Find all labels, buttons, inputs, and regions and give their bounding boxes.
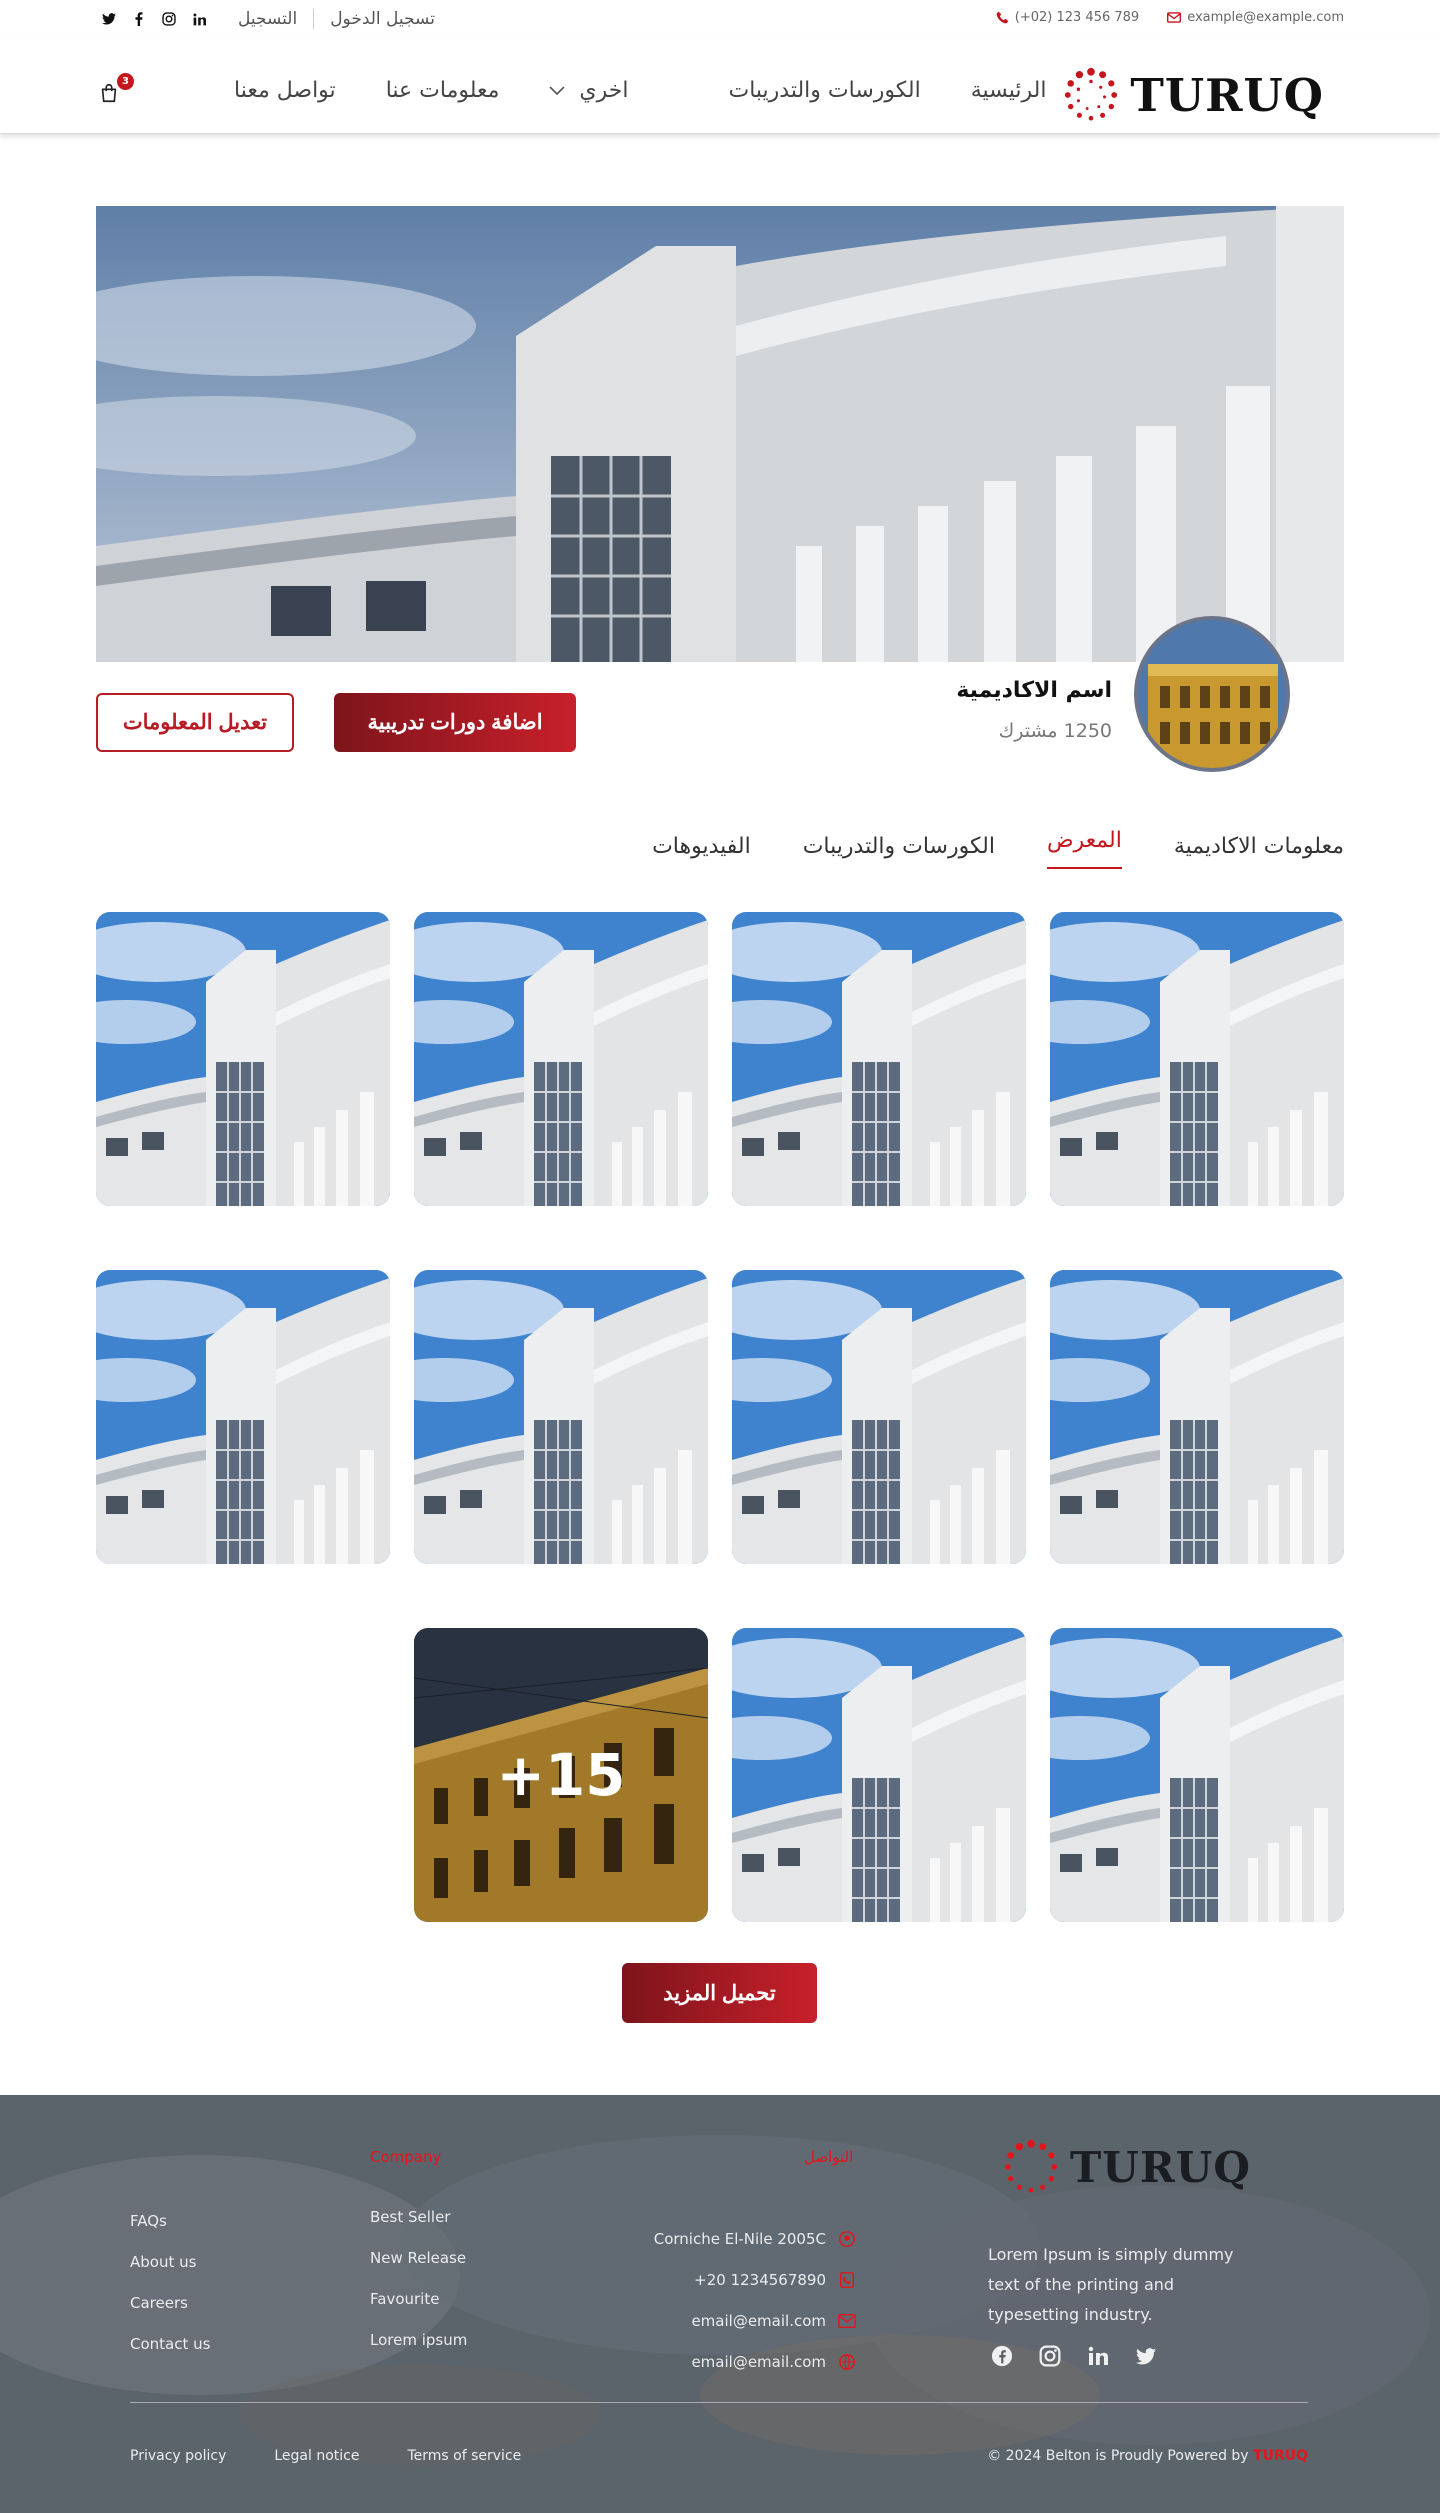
terms-link[interactable]: Terms of service: [407, 2448, 521, 2464]
footer-company-links: Best Seller New Release Favourite Lorem …: [370, 2196, 467, 2360]
academy-name: اسم الاكاديمية: [956, 678, 1112, 703]
site-logo[interactable]: TURUQ: [1062, 66, 1324, 124]
phone-item[interactable]: (+02) 123 456 789: [996, 10, 1139, 25]
instagram-icon[interactable]: [1038, 2344, 1062, 2368]
cart-count-badge: 3: [117, 73, 134, 90]
more-count-overlay: +15: [414, 1628, 708, 1922]
contact-email-2[interactable]: email@email.com: [600, 2341, 856, 2382]
chevron-down-icon: [549, 85, 565, 95]
subscriber-count: 1250 مشترك: [998, 720, 1112, 742]
twitter-icon[interactable]: [96, 9, 122, 29]
register-link[interactable]: التسجيل: [238, 9, 297, 29]
add-courses-button[interactable]: اضافة دورات تدريبية: [334, 693, 576, 752]
footer-link[interactable]: Favourite: [370, 2278, 467, 2319]
gallery-image[interactable]: [96, 912, 390, 1206]
footer-contact-list: Corniche El-Nile 2005C +20 1234567890 em…: [600, 2218, 856, 2382]
footer-help-links: FAQs About us Careers Contact us: [130, 2200, 210, 2364]
tab-gallery[interactable]: المعرض: [1046, 828, 1122, 869]
nav-courses[interactable]: الكورسات والتدريبات: [728, 78, 920, 103]
footer-contact-heading: التواصل: [804, 2148, 854, 2166]
linkedin-icon[interactable]: [1086, 2344, 1110, 2368]
contact-info: (+02) 123 456 789 example@example.com: [968, 10, 1344, 25]
contact-email-text: email@email.com: [691, 2311, 826, 2330]
shopping-bag-icon: [101, 83, 117, 103]
contact-address-text: Corniche El-Nile 2005C: [653, 2229, 826, 2248]
privacy-policy-link[interactable]: Privacy policy: [130, 2448, 226, 2464]
gallery-image[interactable]: [732, 1628, 1026, 1922]
email-icon: [838, 2313, 856, 2328]
tab-academy-info[interactable]: معلومات الاكاديمية: [1174, 834, 1344, 869]
facebook-icon[interactable]: [126, 9, 152, 29]
contact-email-2-text: email@email.com: [691, 2352, 826, 2371]
footer-link[interactable]: Lorem ipsum: [370, 2319, 467, 2360]
logo-text: TURUQ: [1130, 68, 1324, 122]
linkedin-icon[interactable]: [186, 9, 212, 29]
contact-phone-text: +20 1234567890: [694, 2270, 826, 2289]
nav-about[interactable]: معلومات عنا: [386, 78, 500, 103]
divider: [313, 9, 315, 29]
copyright-brand[interactable]: TURUQ: [1253, 2448, 1308, 2464]
copyright-text: © 2024 Belton is Proudly Powered by: [987, 2448, 1249, 2464]
profile-tabs: معلومات الاكاديمية المعرض الكورسات والتد…: [600, 828, 1344, 869]
login-link[interactable]: تسجيل الدخول: [330, 9, 435, 29]
footer-logo[interactable]: TURUQ: [1002, 2138, 1251, 2196]
legal-notice-link[interactable]: Legal notice: [274, 2448, 359, 2464]
gallery-image[interactable]: [96, 1270, 390, 1564]
location-icon: [839, 2230, 855, 2247]
gallery-image[interactable]: [1050, 912, 1344, 1206]
gallery-image[interactable]: [732, 1270, 1026, 1564]
email-text: example@example.com: [1187, 10, 1344, 25]
tab-courses[interactable]: الكورسات والتدريبات: [803, 834, 995, 869]
footer-social: [990, 2344, 1182, 2368]
copyright: © 2024 Belton is Proudly Powered by TURU…: [987, 2448, 1308, 2464]
gallery-image[interactable]: [1050, 1270, 1344, 1564]
email-icon: [1167, 12, 1182, 23]
gallery-more-tile[interactable]: +15: [414, 1628, 708, 1922]
footer-divider: [130, 2402, 1308, 2403]
footer-link[interactable]: FAQs: [130, 2200, 210, 2241]
nav-home[interactable]: الرئيسية: [971, 78, 1047, 103]
footer-link[interactable]: About us: [130, 2241, 210, 2282]
phone-icon: [839, 2271, 855, 2288]
tab-videos[interactable]: الفيديوهات: [652, 834, 751, 869]
top-bar: التسجيل تسجيل الدخول (+02) 123 456 789 e…: [0, 0, 1440, 38]
nav-other-dropdown[interactable]: اخري: [549, 78, 678, 103]
phone-icon: [996, 11, 1009, 24]
footer-about-text: Lorem Ipsum is simply dummy text of the …: [988, 2245, 1234, 2324]
footer-link[interactable]: Best Seller: [370, 2196, 467, 2237]
cover-image: [96, 206, 1344, 662]
phone-text: (+02) 123 456 789: [1014, 10, 1140, 25]
nav-other-label: اخري: [579, 78, 629, 103]
footer-legal-links: Privacy policy Legal notice Terms of ser…: [130, 2448, 569, 2464]
cart-button[interactable]: 3: [98, 73, 134, 106]
main-navbar: 3 تواصل معنا معلومات عنا اخري الكورسات و…: [0, 38, 1440, 134]
academy-avatar[interactable]: [1134, 616, 1290, 772]
contact-phone[interactable]: +20 1234567890: [600, 2259, 856, 2300]
gallery-image[interactable]: [414, 1270, 708, 1564]
edit-info-button[interactable]: تعديل المعلومات: [96, 693, 294, 752]
nav-contact[interactable]: تواصل معنا: [234, 78, 336, 103]
contact-email[interactable]: email@email.com: [600, 2300, 856, 2341]
social-auth-group: التسجيل تسجيل الدخول: [96, 9, 435, 29]
gallery-image[interactable]: [414, 912, 708, 1206]
instagram-icon[interactable]: [156, 9, 182, 29]
nav-menu: تواصل معنا معلومات عنا اخري الكورسات وال…: [234, 78, 1097, 103]
facebook-icon[interactable]: [990, 2344, 1014, 2368]
footer-logo-text: TURUQ: [1070, 2142, 1251, 2192]
logo-mark-icon: [1004, 2139, 1058, 2193]
logo-mark-icon: [1065, 67, 1118, 121]
auth-links: التسجيل تسجيل الدخول: [238, 9, 435, 29]
load-more-button[interactable]: تحميل المزيد: [622, 1963, 817, 2023]
gallery-image[interactable]: [1050, 1628, 1344, 1922]
footer-company-heading: Company: [370, 2148, 442, 2166]
globe-icon: [839, 2353, 855, 2370]
footer-link[interactable]: Contact us: [130, 2323, 210, 2364]
contact-address: Corniche El-Nile 2005C: [600, 2218, 856, 2259]
footer-link[interactable]: New Release: [370, 2237, 467, 2278]
twitter-icon[interactable]: [1134, 2344, 1158, 2368]
gallery-image[interactable]: [732, 912, 1026, 1206]
email-item[interactable]: example@example.com: [1167, 10, 1344, 25]
footer-link[interactable]: Careers: [130, 2282, 210, 2323]
